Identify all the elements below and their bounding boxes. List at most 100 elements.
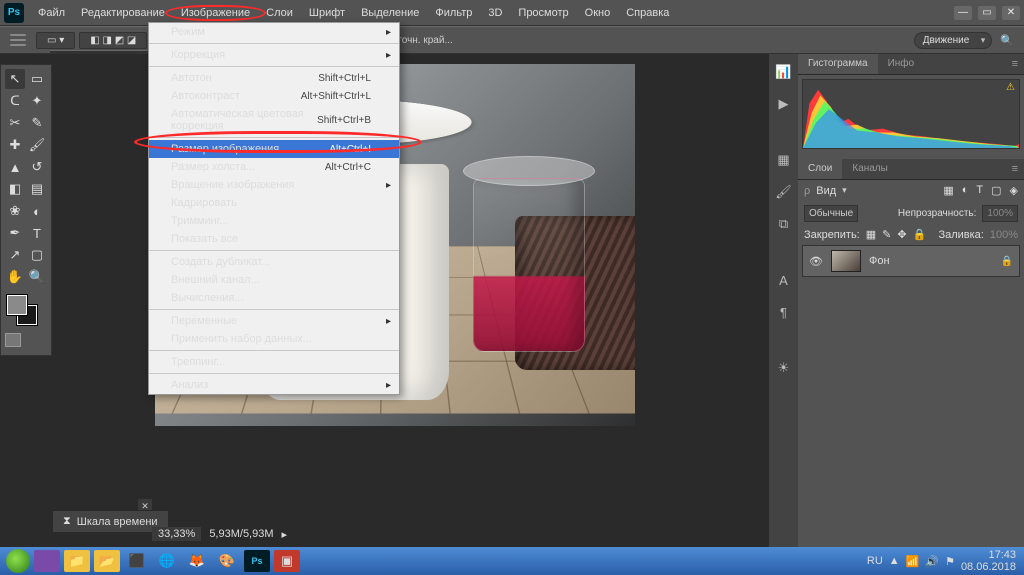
filter-pixel-icon[interactable]: ▦ [943,184,953,197]
menu-item[interactable]: АвтотонShift+Ctrl+L [149,69,399,87]
menu-item[interactable]: Создать дубликат... [149,253,399,271]
network-icon[interactable]: 📶 [906,555,920,568]
brushes-icon[interactable]: 🖌 [774,182,794,202]
menu-item[interactable]: Вычисления... [149,289,399,307]
taskbar-app-3[interactable]: ▣ [274,550,300,572]
magic-wand-tool[interactable]: ✦ [27,91,47,111]
menu-изображение[interactable]: Изображение [173,3,258,23]
pen-tool[interactable]: ✒ [5,223,25,243]
gradient-tool[interactable]: ▤ [27,179,47,199]
paragraph-icon[interactable]: ¶ [774,302,794,322]
swatches-icon[interactable]: ▦ [774,150,794,170]
blend-mode-selector[interactable]: Обычные [804,205,858,222]
file-explorer-icon[interactable]: 📁 [64,550,90,572]
path-tool[interactable]: ↗ [5,245,25,265]
panel-menu-icon[interactable]: ≡ [1006,159,1024,179]
shape-tool[interactable]: ▢ [27,245,47,265]
action-center-icon[interactable]: ⚑ [945,555,955,568]
menu-item[interactable]: Анализ [149,376,399,394]
adjustments-icon[interactable]: ☀ [774,358,794,378]
menu-item[interactable]: Автоматическая цветовая коррекцияShift+C… [149,105,399,135]
hand-tool[interactable]: ✋ [5,267,25,287]
menu-слои[interactable]: Слои [258,3,301,23]
healing-brush-tool[interactable]: ✚ [5,135,25,155]
stamp-tool[interactable]: ▲ [5,157,25,177]
menu-item[interactable]: АвтоконтрастAlt+Shift+Ctrl+L [149,87,399,105]
search-icon[interactable]: 🔍 [1000,34,1014,47]
clone-icon[interactable]: ⧉ [774,214,794,234]
menu-редактирование[interactable]: Редактирование [73,3,173,23]
menu-item[interactable]: Размер холста...Alt+Ctrl+C [149,158,399,176]
type-tool[interactable]: T [27,223,47,243]
maximize-button[interactable]: ▭ [978,6,996,20]
eyedropper-tool[interactable]: ✎ [27,113,47,133]
tab-histogram[interactable]: Гистограмма [798,54,878,74]
menu-item[interactable]: Внешний канал... [149,271,399,289]
fill-field[interactable]: 100% [990,229,1018,241]
lock-artboard-icon[interactable]: ✥ [897,228,906,241]
history-brush-tool[interactable]: ↺ [27,157,47,177]
filter-type-icon[interactable]: T [976,184,983,197]
move-tool[interactable]: ↖ [5,69,25,89]
opacity-field[interactable]: 100% [982,205,1018,222]
tab-channels[interactable]: Каналы [842,159,898,179]
zoom-tool[interactable]: 🔍 [27,267,47,287]
tool-preset-selector[interactable]: ▭ ▾ [36,32,75,49]
menu-справка[interactable]: Справка [618,3,677,23]
color-swatch[interactable] [5,293,47,327]
visibility-icon[interactable]: 👁 [809,255,823,268]
menu-item[interactable]: Коррекция [149,46,399,64]
filter-adjust-icon[interactable]: ◐ [962,184,969,197]
dodge-tool[interactable]: ◐ [27,201,47,221]
workspace-selector[interactable]: Движение [914,32,993,49]
lock-pixels-icon[interactable]: ▦ [866,228,876,241]
close-button[interactable]: ✕ [1002,6,1020,20]
chrome-icon[interactable]: 🌐 [154,550,180,572]
volume-icon[interactable]: 🔊 [925,555,939,568]
refine-edge-button[interactable]: Уточн. край... [391,35,453,46]
menu-3d[interactable]: 3D [480,3,510,23]
menu-просмотр[interactable]: Просмотр [510,3,576,23]
menu-выделение[interactable]: Выделение [353,3,427,23]
firefox-icon[interactable]: 🦊 [184,550,210,572]
zoom-value[interactable]: 33,33% [152,527,201,541]
menu-item[interactable]: Вращение изображения [149,176,399,194]
eraser-tool[interactable]: ◧ [5,179,25,199]
filter-smart-icon[interactable]: ◈ [1010,184,1018,197]
quick-mask[interactable] [5,329,47,351]
selection-mode[interactable]: ◧ ◨ ◩ ◪ [79,32,147,49]
taskbar-app-2[interactable]: ⬛ [124,550,150,572]
brush-tool[interactable]: 🖌 [27,135,47,155]
lock-position-icon[interactable]: ✎ [882,228,891,241]
tab-layers[interactable]: Слои [798,159,842,179]
taskbar-app-1[interactable] [34,550,60,572]
layer-row[interactable]: 👁 Фон 🔒 [802,245,1020,277]
folder-icon[interactable]: 📂 [94,550,120,572]
photoshop-taskbar-icon[interactable]: Ps [244,550,270,572]
menu-item[interactable]: Размер изображения...Alt+Ctrl+I [149,140,399,158]
start-button[interactable] [6,549,30,573]
tab-info[interactable]: Инфо [878,54,925,74]
blur-tool[interactable]: ❀ [5,201,25,221]
play-icon[interactable]: ▶ [774,94,794,114]
lock-all-icon[interactable]: 🔒 [913,228,927,241]
menu-item[interactable]: Тримминг... [149,212,399,230]
character-icon[interactable]: A [774,270,794,290]
menu-шрифт[interactable]: Шрифт [301,3,353,23]
menu-файл[interactable]: Файл [30,3,73,23]
histogram-icon[interactable]: 📊 [774,62,794,82]
language-indicator[interactable]: RU [867,555,883,567]
tray-icon-1[interactable]: ▲ [889,555,900,567]
lasso-tool[interactable]: ᑕ [5,91,25,111]
warning-icon[interactable]: ⚠ [1006,82,1015,93]
filter-shape-icon[interactable]: ▢ [991,184,1001,197]
paint-icon[interactable]: 🎨 [214,550,240,572]
status-arrow-icon[interactable]: ▸ [282,528,288,541]
minimize-button[interactable]: — [954,6,972,20]
menu-item[interactable]: Режим [149,23,399,41]
crop-tool[interactable]: ✂ [5,113,25,133]
menu-окно[interactable]: Окно [577,3,619,23]
menu-фильтр[interactable]: Фильтр [427,3,480,23]
marquee-tool[interactable]: ▭ [27,69,47,89]
clock[interactable]: 17:43 08.06.2018 [961,549,1016,573]
